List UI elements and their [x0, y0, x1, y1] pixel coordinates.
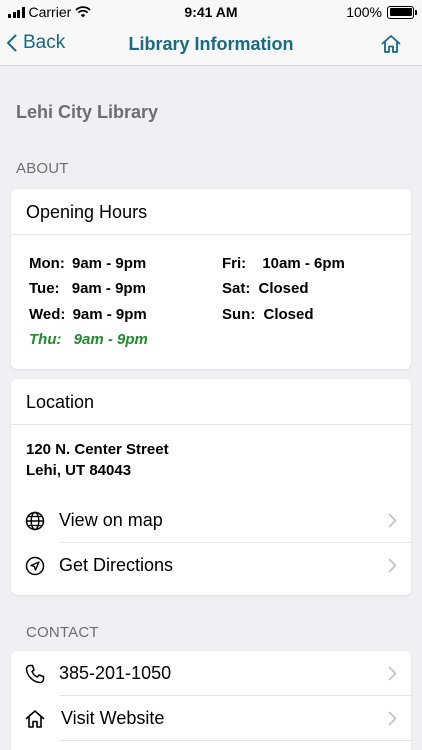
row-divider	[59, 740, 411, 741]
hours-day: Mon:	[29, 255, 65, 272]
address-line-1: 120 N. Center Street	[26, 441, 169, 458]
hours-day: Fri:	[222, 255, 247, 272]
location-title: Location	[11, 379, 411, 425]
hours-row-sat: Sat: Closed	[222, 280, 309, 297]
hours-row-thu-today: Thu: 9am - 9pm	[29, 331, 148, 348]
phone-row[interactable]: 385-201-1050	[11, 651, 411, 696]
globe-icon	[25, 511, 45, 531]
library-name: Lehi City Library	[16, 102, 159, 122]
hours-row-mon: Mon: 9am - 9pm	[29, 255, 146, 272]
phone-number: 385-201-1050	[59, 663, 172, 683]
chevron-right-icon	[388, 513, 397, 528]
chevron-right-icon	[388, 666, 397, 681]
chevron-right-icon	[388, 711, 397, 726]
hours-row-wed: Wed: 9am - 9pm	[29, 306, 147, 323]
battery-percent: 100%	[346, 4, 382, 20]
get-directions-row[interactable]: Get Directions	[11, 543, 411, 588]
view-on-map-row[interactable]: View on map	[11, 498, 411, 543]
hours-value: 9am - 9pm	[72, 255, 147, 272]
phone-icon	[25, 664, 45, 684]
address: 120 N. Center Street Lehi, UT 84043	[11, 425, 411, 481]
hours-grid: Mon: 9am - 9pm Tue: 9am - 9pm Wed: 9am -…	[11, 235, 411, 369]
get-directions-label: Get Directions	[59, 555, 174, 575]
status-right: 100%	[346, 4, 417, 20]
hours-day: Tue:	[29, 280, 60, 297]
chevron-left-icon	[7, 34, 17, 52]
home-icon	[25, 710, 45, 728]
about-section-header: ABOUT	[16, 160, 69, 177]
chevron-right-icon	[388, 558, 397, 573]
navigation-bar: Back Library Information	[0, 24, 422, 66]
hours-row-tue: Tue: 9am - 9pm	[29, 280, 146, 297]
home-button[interactable]	[380, 33, 402, 60]
hours-row-sun: Sun: Closed	[222, 306, 314, 323]
opening-hours-card: Opening Hours Mon: 9am - 9pm Tue: 9am - …	[11, 189, 411, 369]
battery-icon	[387, 5, 417, 19]
opening-hours-title: Opening Hours	[11, 189, 411, 235]
hours-day: Sat:	[222, 280, 251, 297]
content-scroll-area[interactable]: Lehi City Library ABOUT Opening Hours Mo…	[0, 67, 422, 750]
location-card: Location 120 N. Center Street Lehi, UT 8…	[11, 379, 411, 595]
hours-value: 9am - 9pm	[71, 280, 146, 297]
visit-website-label: Visit Website	[61, 708, 165, 728]
navigation-arrow-icon	[25, 556, 45, 576]
hours-value: Closed	[258, 280, 309, 297]
home-icon	[381, 35, 401, 53]
status-bar: Carrier 9:41 AM 100%	[0, 0, 422, 24]
hours-day: Sun:	[222, 306, 256, 323]
hours-value: Closed	[263, 306, 314, 323]
contact-section-header: CONTACT	[26, 624, 99, 641]
visit-website-row[interactable]: Visit Website	[11, 696, 411, 741]
view-on-map-label: View on map	[59, 510, 163, 530]
hours-value: 9am - 9pm	[72, 306, 147, 323]
back-label: Back	[23, 32, 66, 53]
hours-day: Thu:	[29, 331, 62, 348]
hours-value: 9am - 9pm	[73, 331, 148, 348]
address-line-2: Lehi, UT 84043	[26, 462, 132, 479]
back-button[interactable]: Back	[6, 32, 65, 54]
hours-row-fri: Fri: 10am - 6pm	[222, 255, 345, 272]
hours-day: Wed:	[29, 306, 66, 323]
hours-value: 10am - 6pm	[262, 255, 345, 272]
contact-card: 385-201-1050 Visit Website	[11, 651, 411, 750]
